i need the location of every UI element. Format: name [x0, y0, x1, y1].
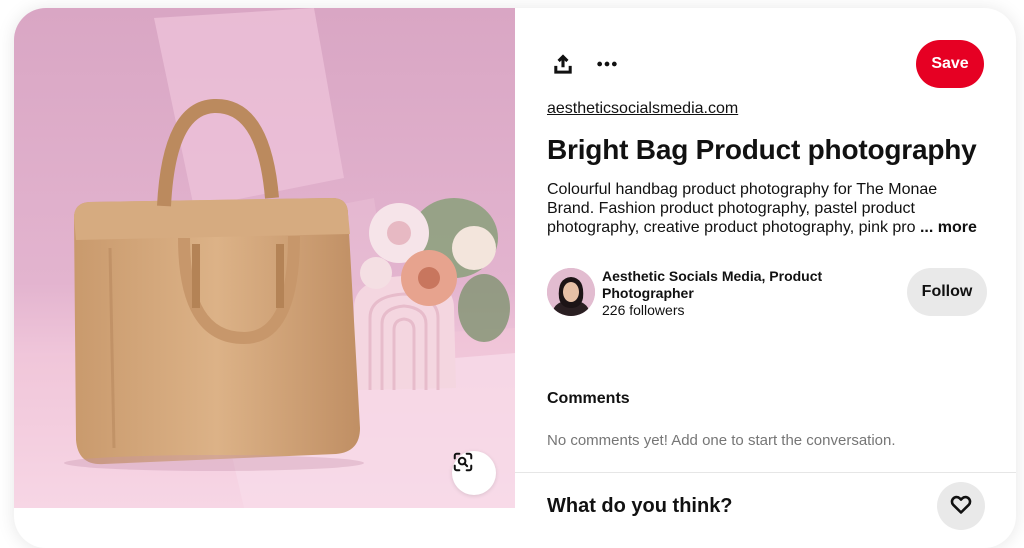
comments-empty-message: No comments yet! Add one to start the co…	[547, 432, 896, 449]
pin-description: Colourful handbag product photography fo…	[547, 180, 987, 237]
pin-description-text: Colourful handbag product photography fo…	[547, 181, 938, 236]
share-icon	[552, 53, 574, 80]
share-button[interactable]	[547, 50, 579, 82]
pin-title: Bright Bag Product photography	[547, 134, 977, 165]
pin-closeup-card: Save aestheticsocialsmedia.com Bright Ba…	[14, 8, 1016, 548]
visual-search-button[interactable]	[452, 451, 496, 495]
pin-toolbar: Save	[547, 40, 984, 96]
more-icon	[596, 53, 618, 80]
description-more-link[interactable]: ... more	[920, 219, 977, 236]
more-options-button[interactable]	[591, 50, 623, 82]
comment-prompt: What do you think?	[547, 495, 733, 517]
pin-details: Save aestheticsocialsmedia.com Bright Ba…	[515, 8, 1016, 548]
creator-info: Aesthetic Socials Media, Product Photogr…	[547, 266, 987, 322]
comments-heading[interactable]: Comments	[547, 390, 630, 408]
heart-icon	[949, 492, 973, 521]
source-link[interactable]: aestheticsocialsmedia.com	[547, 100, 738, 118]
creator-follower-count: 226 followers	[602, 302, 685, 318]
pin-photo-illustration	[14, 8, 515, 508]
pin-image[interactable]	[14, 8, 515, 508]
divider	[515, 472, 1016, 473]
creator-name[interactable]: Aesthetic Socials Media, Product Photogr…	[602, 268, 842, 302]
react-button[interactable]	[937, 482, 985, 530]
follow-button[interactable]: Follow	[907, 268, 987, 316]
avatar[interactable]	[547, 268, 595, 316]
save-button[interactable]: Save	[916, 40, 984, 88]
